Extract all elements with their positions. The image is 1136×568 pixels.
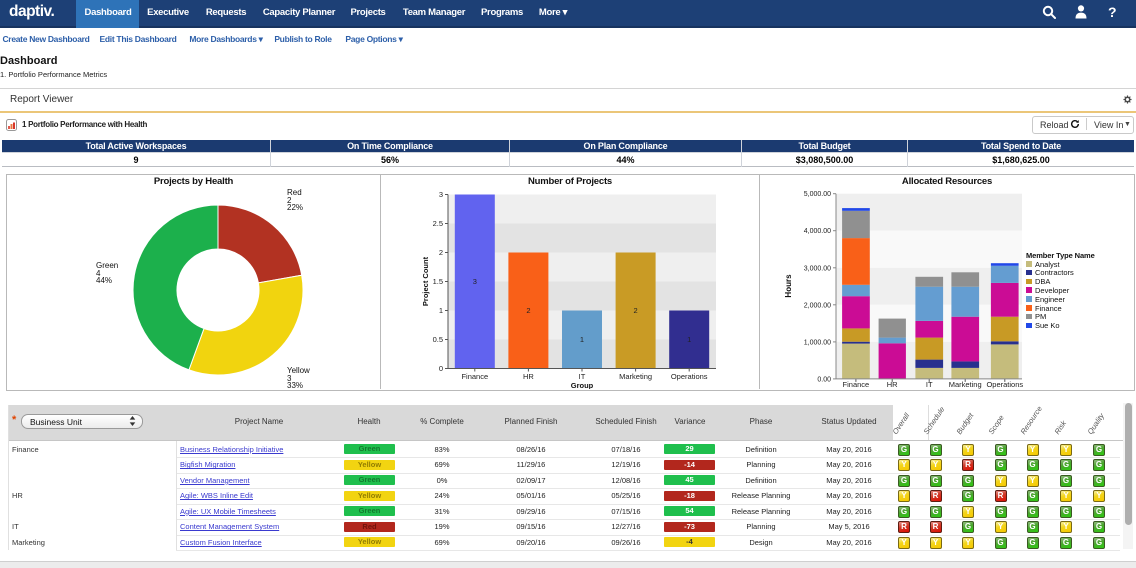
svg-text:1,000.00: 1,000.00 (804, 339, 831, 346)
svg-text:1: 1 (580, 335, 584, 344)
svg-text:0.5: 0.5 (433, 335, 443, 344)
svg-text:1: 1 (687, 335, 691, 344)
svg-text:5,000.00: 5,000.00 (804, 191, 831, 198)
svg-text:0.00: 0.00 (817, 376, 831, 383)
svg-text:Group: Group (571, 381, 594, 389)
svg-text:2.5: 2.5 (433, 219, 443, 228)
svg-text:0: 0 (439, 364, 443, 373)
svg-text:2: 2 (439, 248, 443, 257)
svg-text:Project Count: Project Count (421, 256, 430, 306)
svg-text:4,000.00: 4,000.00 (804, 228, 831, 235)
svg-text:1: 1 (439, 306, 443, 315)
svg-text:Finance: Finance (461, 372, 488, 381)
svg-text:2: 2 (526, 306, 530, 315)
svg-text:1.5: 1.5 (433, 277, 443, 286)
svg-text:Operations: Operations (671, 372, 708, 381)
svg-text:2,000.00: 2,000.00 (804, 302, 831, 309)
svg-text:HR: HR (523, 372, 534, 381)
svg-text:3: 3 (473, 277, 477, 286)
svg-text:Marketing: Marketing (619, 372, 652, 381)
svg-text:2: 2 (634, 306, 638, 315)
svg-text:Hours: Hours (784, 274, 793, 298)
svg-text:IT: IT (579, 372, 586, 381)
svg-text:3: 3 (439, 190, 443, 199)
svg-text:3,000.00: 3,000.00 (804, 265, 831, 272)
